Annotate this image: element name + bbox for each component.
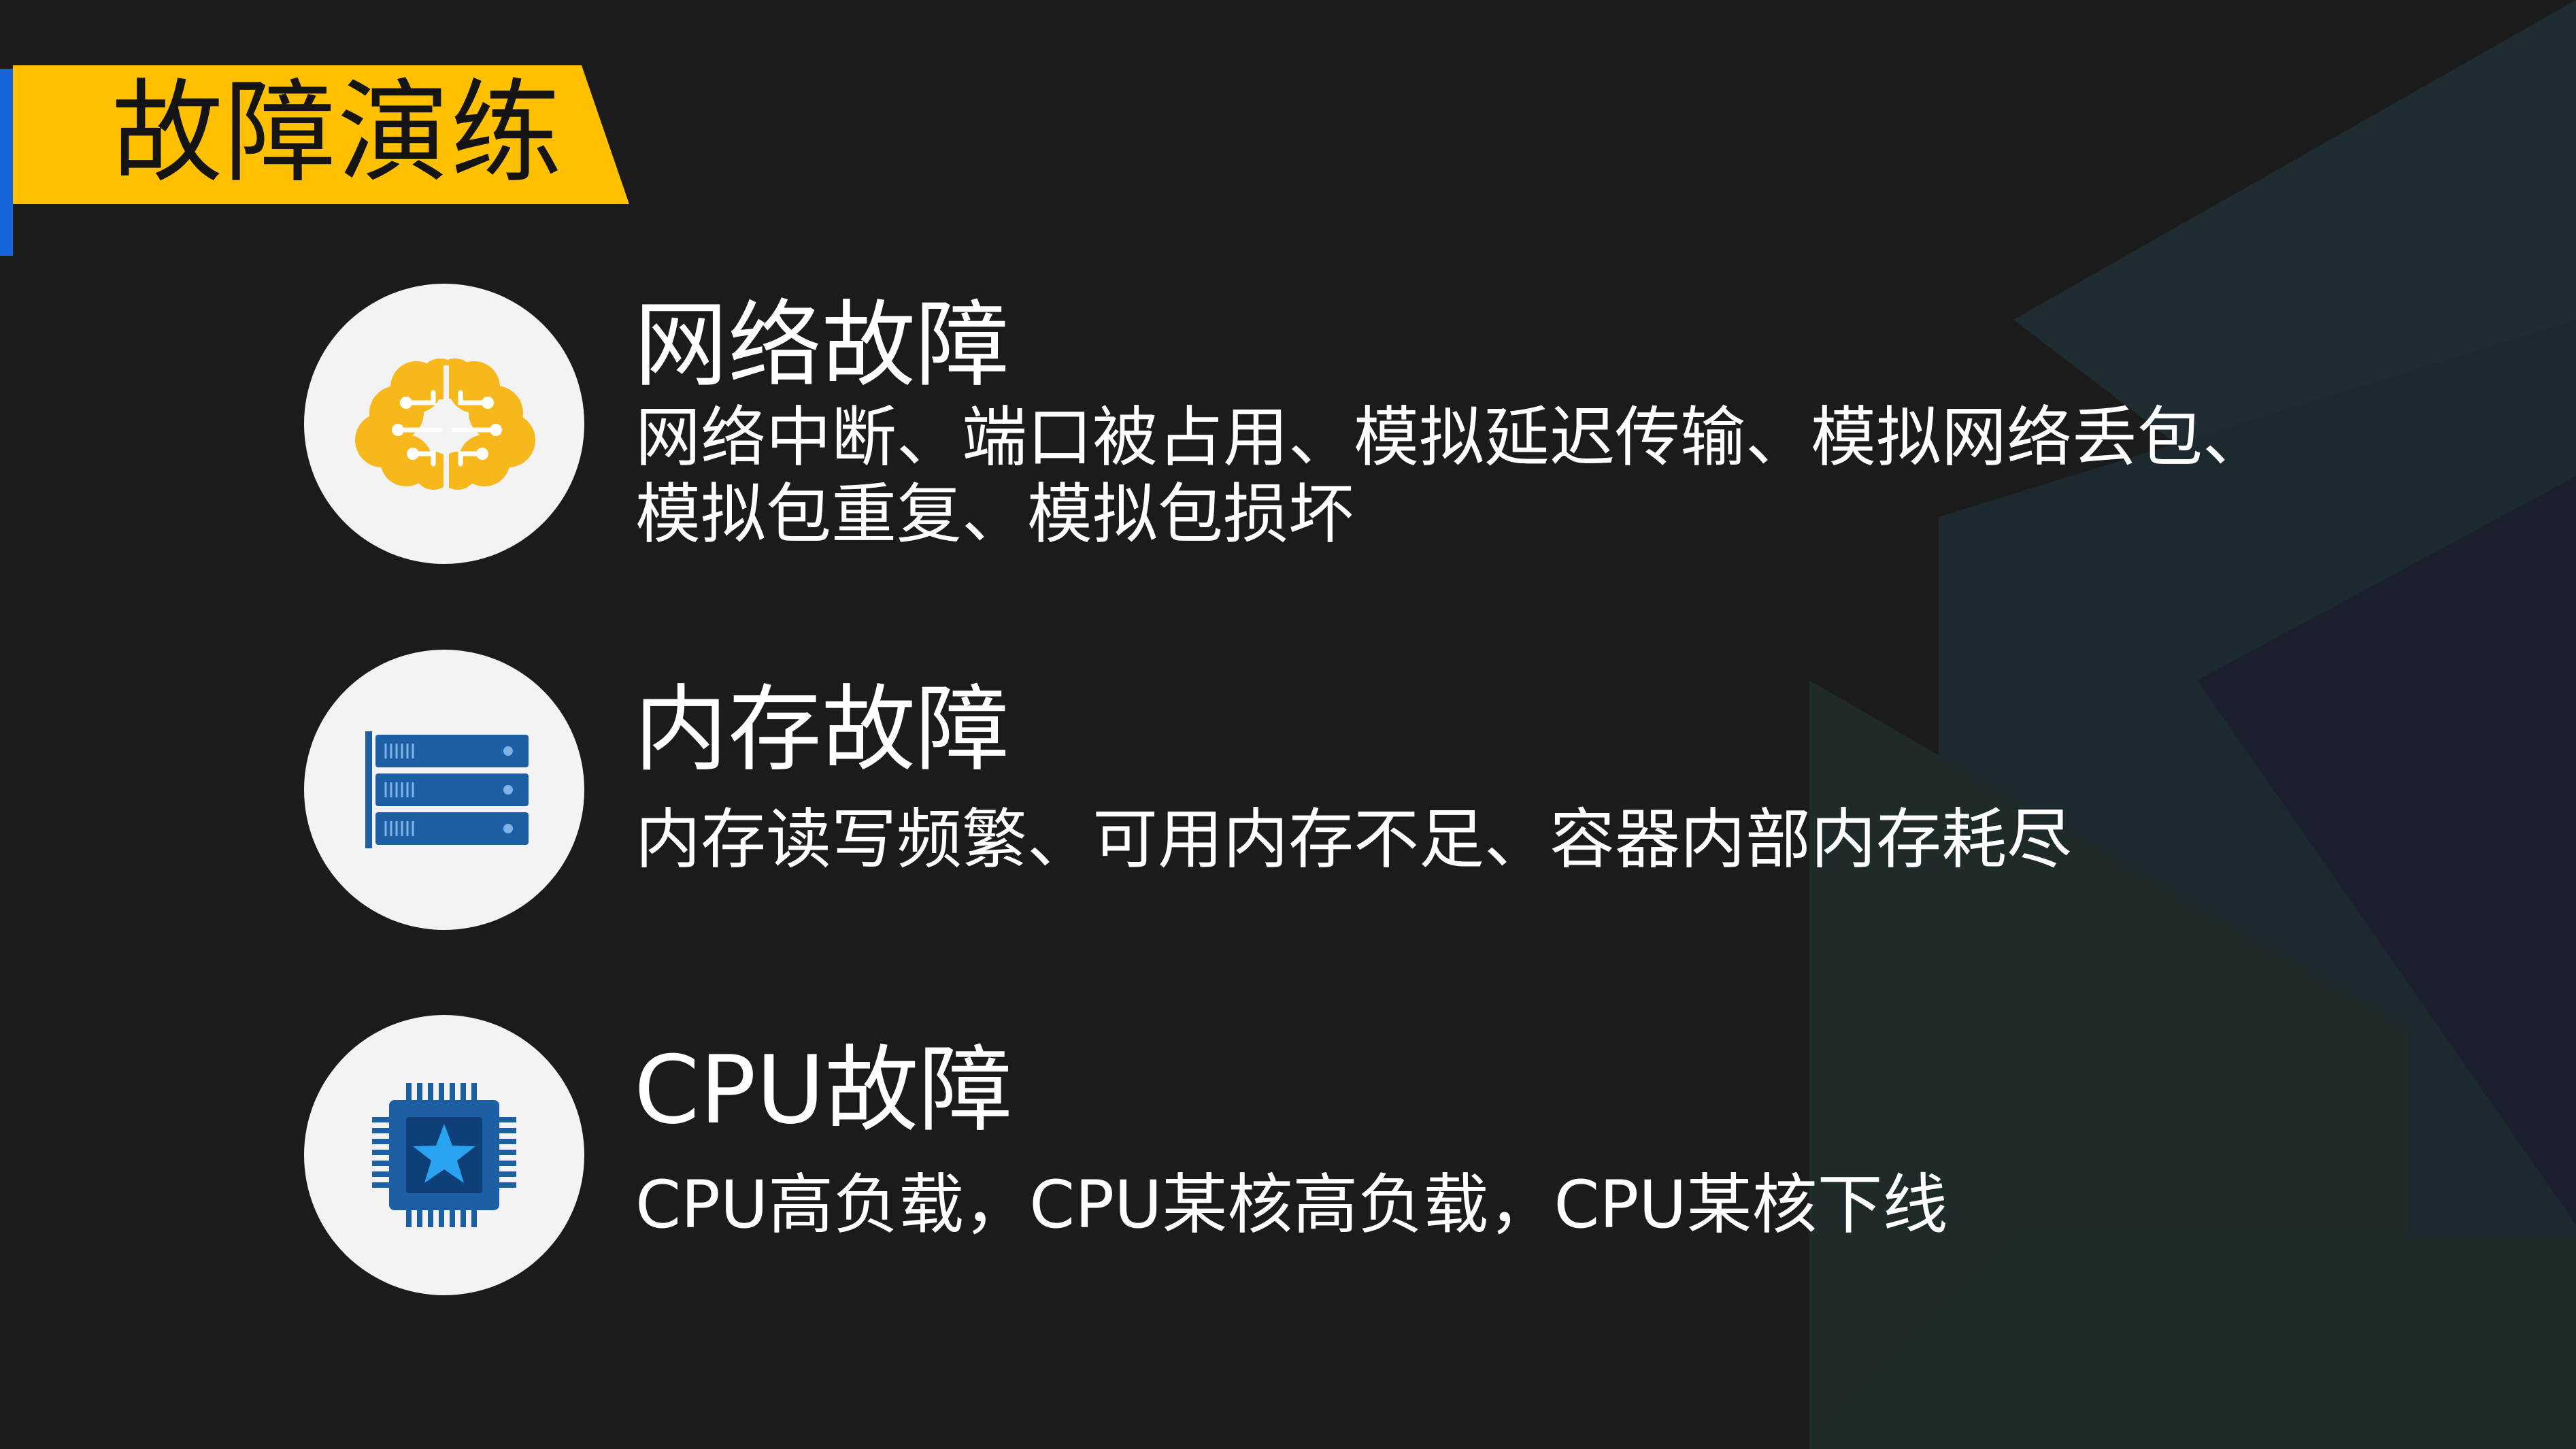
icon-circle [304,1015,584,1295]
page-title: 故障演练 [112,68,564,198]
icon-circle [304,650,584,930]
item-description: 内存读写频繁、可用内存不足、容器内部内存耗尽 [635,801,2072,878]
left-accent-stripe [0,69,13,256]
item-description: CPU高负载，CPU某核高负载，CPU某核下线 [635,1167,1948,1243]
item-title: CPU故障 [634,1035,1013,1145]
item-description: 网络中断、端口被占用、模拟延迟传输、模拟网络丢包、模拟包重复、模拟包损坏 [635,399,2268,552]
item-title: 内存故障 [634,675,1010,784]
server-rack-icon [365,731,529,848]
icon-circle [304,284,584,564]
brain-circuit-icon [355,359,535,491]
cpu-chip-icon [372,1083,516,1227]
item-title: 网络故障 [634,290,1010,400]
slide: 故障演练 网络故障 网络中断、端口被占用、模拟延迟传输、模拟网络丢包、模拟包重复… [0,0,2576,1449]
